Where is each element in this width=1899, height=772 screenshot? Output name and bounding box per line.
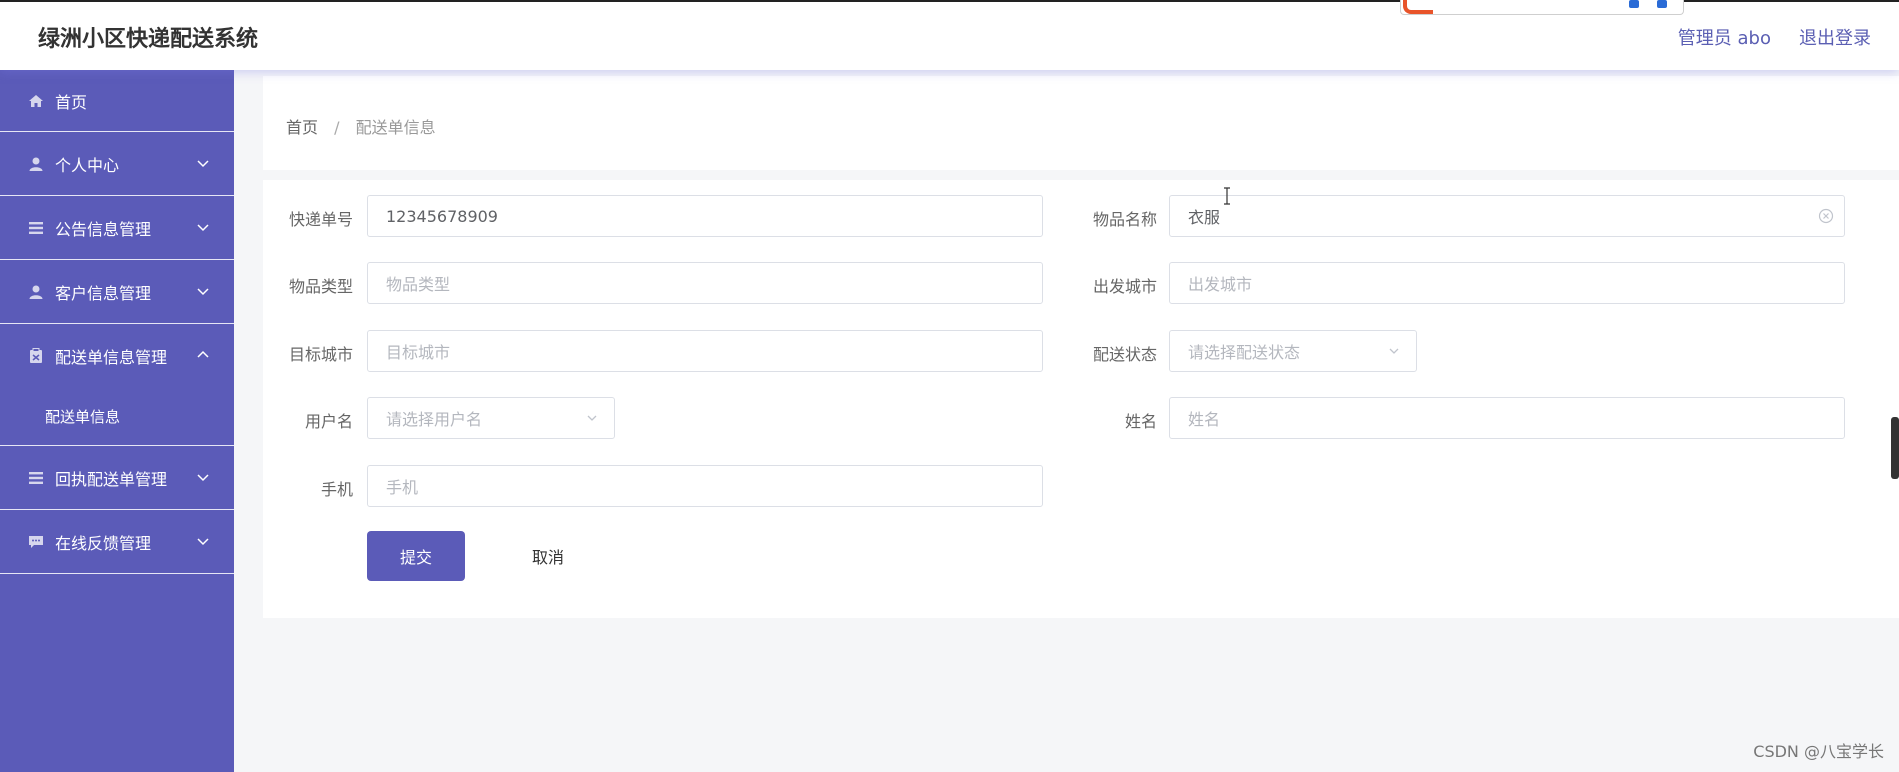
sidebar-item-feedback-management[interactable]: 在线反馈管理 <box>0 510 234 574</box>
user-icon <box>28 284 44 300</box>
sidebar-subitem-label: 配送单信息 <box>45 408 121 426</box>
item-type-placeholder: 物品类型 <box>386 275 451 294</box>
chevron-down-icon <box>197 474 209 482</box>
breadcrumb-card: 首页 / 配送单信息 <box>263 76 1899 170</box>
home-icon <box>28 93 44 109</box>
user-icon <box>28 156 44 172</box>
breadcrumb-home-link[interactable]: 首页 <box>286 118 318 137</box>
sidebar-item-personal-center[interactable]: 个人中心 <box>0 132 234 196</box>
item-name-label: 物品名称 <box>1092 210 1157 229</box>
list-icon <box>28 220 44 236</box>
chevron-down-icon <box>197 160 209 168</box>
chevron-down-icon <box>197 224 209 232</box>
sidebar-item-label: 回执配送单管理 <box>55 469 168 489</box>
sidebar-item-label: 在线反馈管理 <box>55 533 152 553</box>
phone-input[interactable]: 手机 <box>367 465 1043 507</box>
cancel-button[interactable]: 取消 <box>499 531 597 581</box>
logout-link[interactable]: 退出登录 <box>1799 24 1871 50</box>
app-title: 绿洲小区快递配送系统 <box>38 27 259 52</box>
delivery-order-form: 快递单号 12345678909 物品名称 衣服 物品类型 物品类型 出发城市 … <box>263 180 1899 618</box>
phone-label: 手机 <box>320 480 353 499</box>
watermark: CSDN @八宝学长 <box>1753 742 1884 761</box>
clear-icon[interactable] <box>1818 208 1834 224</box>
breadcrumb: 首页 / 配送单信息 <box>286 114 436 138</box>
sidebar-item-home[interactable]: 首页 <box>0 70 234 132</box>
sidebar-item-label: 配送单信息管理 <box>55 348 168 367</box>
chevron-down-icon <box>587 415 597 421</box>
sidebar-item-announcement-management[interactable]: 公告信息管理 <box>0 196 234 260</box>
departure-city-label: 出发城市 <box>1092 277 1157 296</box>
chevron-up-icon <box>197 350 209 358</box>
sidebar-item-label: 个人中心 <box>55 155 120 175</box>
sidebar-item-label: 首页 <box>55 92 88 112</box>
ime-logo-icon <box>1403 0 1433 14</box>
item-type-input[interactable]: 物品类型 <box>367 262 1043 304</box>
item-name-value: 衣服 <box>1188 208 1221 227</box>
breadcrumb-current: 配送单信息 <box>355 118 436 137</box>
delivery-status-label: 配送状态 <box>1092 345 1157 364</box>
sidebar-item-receipt-management[interactable]: 回执配送单管理 <box>0 446 234 510</box>
clipboard-icon <box>28 348 44 364</box>
sidebar-item-delivery-order-management[interactable]: 配送单信息管理 <box>0 324 234 388</box>
tracking-number-value: 12345678909 <box>386 206 498 226</box>
sidebar-item-customer-management[interactable]: 客户信息管理 <box>0 260 234 324</box>
name-placeholder: 姓名 <box>1188 410 1221 429</box>
ime-tool-icon <box>1657 0 1667 8</box>
sidebar-item-label: 公告信息管理 <box>55 219 152 239</box>
breadcrumb-separator: / <box>334 118 340 137</box>
name-label: 姓名 <box>1124 412 1157 431</box>
delivery-status-select[interactable]: 请选择配送状态 <box>1169 330 1417 372</box>
ime-toolbar <box>1400 0 1684 15</box>
tracking-number-label: 快递单号 <box>288 210 353 229</box>
submit-button[interactable]: 提交 <box>367 531 465 581</box>
scrollbar-thumb[interactable] <box>1891 417 1899 479</box>
ime-tool-icon <box>1629 0 1639 8</box>
username-placeholder: 请选择用户名 <box>386 410 483 429</box>
departure-city-placeholder: 出发城市 <box>1188 275 1253 294</box>
chevron-down-icon <box>197 538 209 546</box>
target-city-label: 目标城市 <box>288 345 353 364</box>
name-input[interactable]: 姓名 <box>1169 397 1845 439</box>
target-city-placeholder: 目标城市 <box>386 343 451 362</box>
admin-user-label[interactable]: 管理员 abo <box>1678 24 1771 50</box>
chevron-down-icon <box>1389 348 1399 354</box>
sidebar-item-label: 客户信息管理 <box>55 283 152 303</box>
item-name-input[interactable]: 衣服 <box>1169 195 1845 237</box>
top-bar: 绿洲小区快递配送系统 管理员 abo 退出登录 <box>0 0 1899 70</box>
sidebar: 首页 个人中心 公告信息管理 客户信息管理 配送单信息管理 配送单信息 回执配送… <box>0 70 234 772</box>
chat-icon <box>28 534 44 550</box>
chevron-down-icon <box>197 288 209 296</box>
delivery-status-placeholder: 请选择配送状态 <box>1188 343 1301 362</box>
text-cursor-icon <box>1224 187 1230 205</box>
list-icon <box>28 470 44 486</box>
username-label: 用户名 <box>304 412 353 431</box>
sidebar-subitem-delivery-order-info[interactable]: 配送单信息 <box>0 388 234 446</box>
departure-city-input[interactable]: 出发城市 <box>1169 262 1845 304</box>
username-select[interactable]: 请选择用户名 <box>367 397 615 439</box>
phone-placeholder: 手机 <box>386 478 419 497</box>
item-type-label: 物品类型 <box>288 277 353 296</box>
tracking-number-input[interactable]: 12345678909 <box>367 195 1043 237</box>
target-city-input[interactable]: 目标城市 <box>367 330 1043 372</box>
